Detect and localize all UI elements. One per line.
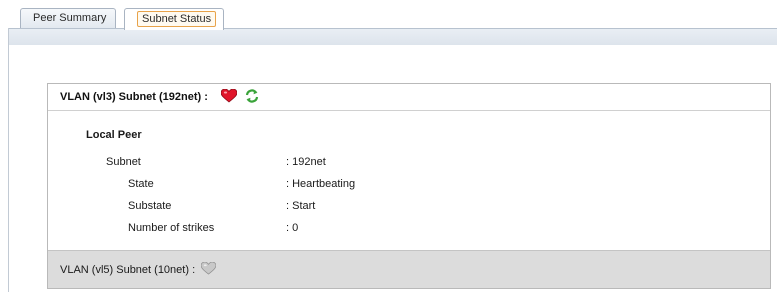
row-value: : Heartbeating <box>286 178 356 190</box>
tab-peer-summary[interactable]: Peer Summary <box>20 8 116 29</box>
panel-body: Local Peer Subnet : 192net State : Heart… <box>48 111 770 250</box>
tab-bar: Peer Summary Subnet Status <box>0 0 777 30</box>
panel-footer[interactable]: VLAN (vl5) Subnet (10net) : <box>48 250 770 288</box>
heart-icon <box>200 261 217 278</box>
subnet-panel: VLAN (vl3) Subnet (192net) : Local Peer … <box>47 83 771 289</box>
row-value: : 192net <box>286 156 326 168</box>
panel-header-title: VLAN (vl3) Subnet (192net) : <box>60 91 208 103</box>
row-value: : 0 <box>286 222 299 234</box>
content-left-border <box>8 28 9 292</box>
row-value: : Start <box>286 200 316 212</box>
local-peer-heading: Local Peer <box>86 129 142 141</box>
tab-subnet-status[interactable]: Subnet Status <box>124 8 224 30</box>
row-label: Number of strikes <box>128 222 215 234</box>
tab-label: Subnet Status <box>137 11 217 27</box>
row-label: Substate <box>128 200 172 212</box>
panel-footer-title: VLAN (vl5) Subnet (10net) : <box>60 263 196 276</box>
tab-content-strip <box>8 28 777 45</box>
row-label: State <box>128 178 154 190</box>
refresh-icon[interactable] <box>245 88 259 106</box>
panel-header: VLAN (vl3) Subnet (192net) : <box>48 84 770 111</box>
heart-icon <box>220 88 238 106</box>
tab-label: Peer Summary <box>33 12 107 24</box>
row-label: Subnet <box>106 156 141 168</box>
